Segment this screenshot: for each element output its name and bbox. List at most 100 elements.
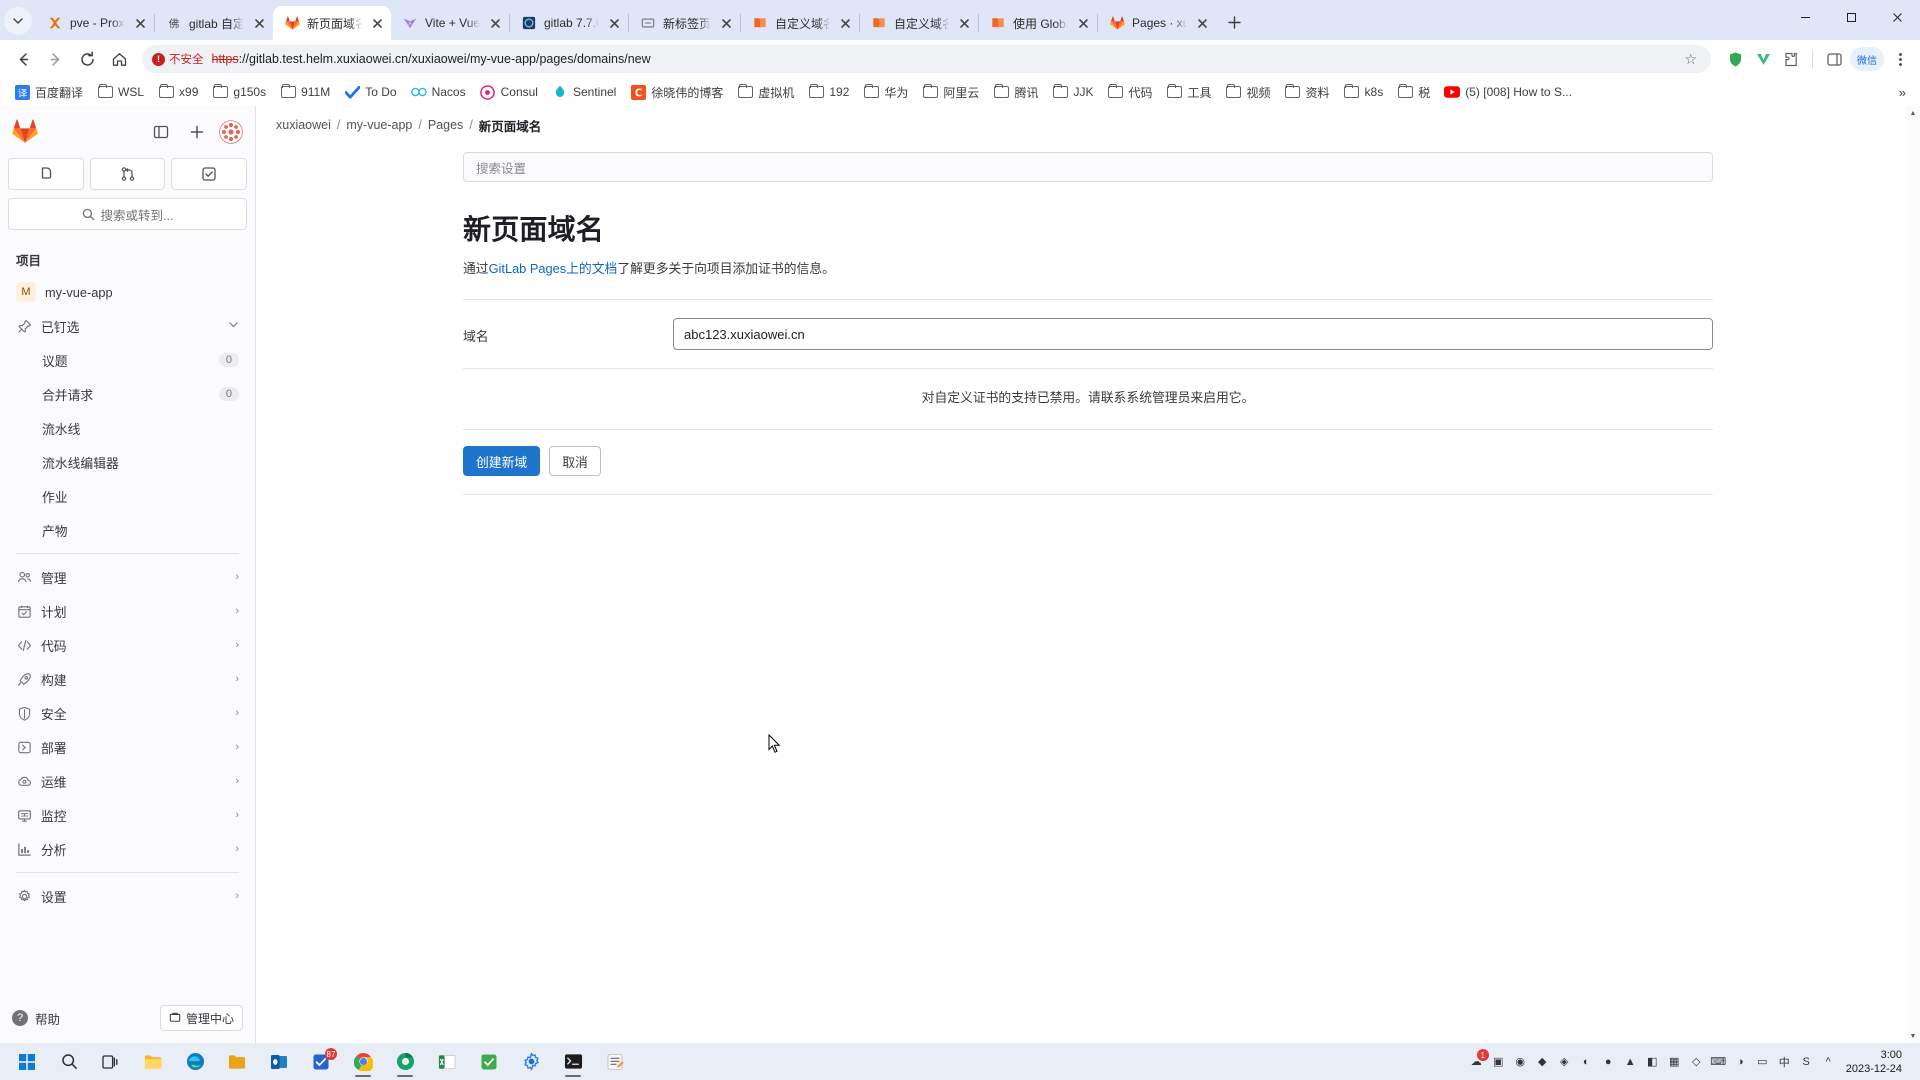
tray-app-3[interactable]: ● [1598,1051,1619,1072]
browser-tab[interactable]: pve - Proxmox V [36,6,154,40]
tray-sync[interactable]: S [1796,1051,1817,1072]
sidebar-item-rocket[interactable]: 构建 › [8,662,247,696]
bookmark-item[interactable]: x99 [152,81,204,103]
bookmark-item[interactable]: 虚拟机 [731,81,800,104]
tray-monitor[interactable]: ▣ [1488,1051,1509,1072]
bookmark-item[interactable]: 代码 [1101,81,1158,104]
tab-close-icon[interactable] [487,15,503,31]
admin-area-button[interactable]: 管理中心 [159,1005,243,1031]
tab-close-icon[interactable] [1194,15,1210,31]
tab-close-icon[interactable] [1075,15,1091,31]
outlook-app[interactable] [258,1045,300,1078]
bookmark-item[interactable]: C 徐晓伟的博客 [624,81,729,104]
bookmark-item[interactable]: (5) [008] How to S... [1438,81,1578,103]
browser-tab[interactable]: 新标签页 [629,6,740,40]
sidebar-item-cloud-gear[interactable]: 运维 › [8,764,247,798]
taskbar-clock[interactable]: 3:00 2023-12-24 [1841,1048,1910,1076]
task-view-button[interactable] [90,1045,132,1078]
address-bar[interactable]: ! 不安全 https://gitlab.test.helm.xuxiaowei… [142,45,1711,73]
profile-badge[interactable]: 微信 [1850,47,1884,71]
bookmark-item[interactable]: Sentinel [546,81,622,103]
edge-browser[interactable] [174,1045,216,1078]
browser-tab[interactable]: gitlab 7.7.0 · gitla [510,6,628,40]
bookmark-item[interactable]: Nacos [405,81,472,103]
sidebar-search-input[interactable]: 搜索或转到... [8,198,247,230]
extension-v-icon[interactable] [1751,47,1775,71]
bookmark-item[interactable]: 视频 [1220,81,1277,104]
scroll-up-arrow[interactable]: ▲ [1906,106,1920,120]
bookmark-star-icon[interactable]: ☆ [1680,51,1701,68]
start-button[interactable] [6,1045,48,1078]
todos-quick-button[interactable] [171,158,248,190]
bookmarks-overflow-button[interactable]: » [1893,85,1912,100]
tab-close-icon[interactable] [956,15,972,31]
sidebar-item-users[interactable]: 管理 › [8,560,247,594]
scroll-down-arrow[interactable]: ▼ [1906,1029,1920,1043]
sidebar-item-code[interactable]: 代码 › [8,628,247,662]
create-new-plus-icon[interactable] [183,118,211,146]
bookmark-item[interactable]: To Do [338,81,402,103]
sidebar-item-deploy[interactable]: 部署 › [8,730,247,764]
tab-close-icon[interactable] [132,15,148,31]
tray-battery[interactable]: ▭ [1752,1051,1773,1072]
bookmark-item[interactable]: 腾讯 [987,81,1044,104]
tray-network[interactable]: ⌨ [1708,1051,1729,1072]
sidebar-item-pinned[interactable]: 已钉选 [8,309,247,343]
browser-tab[interactable]: 自定义域名和 SSL [860,6,978,40]
breadcrumb-item[interactable]: my-vue-app [346,118,412,132]
tab-close-icon[interactable] [606,15,622,31]
tab-close-icon[interactable] [251,15,267,31]
gitlab-logo-icon[interactable] [12,119,38,145]
settings-search-input[interactable]: 搜索设置 [463,152,1713,182]
green-app[interactable] [468,1045,510,1078]
domain-input[interactable] [673,318,1713,350]
sidebar-item-settings[interactable]: 设置 › [8,879,247,913]
help-button[interactable]: ? 帮助 [12,1009,60,1028]
maximize-button[interactable] [1828,0,1874,34]
bookmark-item[interactable]: Consul [474,81,544,103]
browser-tab[interactable]: 佛 gitlab 自定义 pag [155,6,273,40]
file-explorer[interactable] [132,1045,174,1078]
bookmark-item[interactable]: 华为 [857,81,914,104]
terminal-app[interactable] [552,1045,594,1078]
browser-tab[interactable]: Pages · xuxiaowei [1098,6,1216,40]
tray-app-5[interactable]: ◧ [1642,1051,1663,1072]
tray-cloud[interactable]: ◉ [1510,1051,1531,1072]
browser-tab[interactable]: Vite + Vue + TS [391,6,509,40]
todo-app[interactable]: 87 [300,1045,342,1078]
sidebar-pinned-item[interactable]: 产物 [8,513,247,547]
tray-volume[interactable]: ◑ [1730,1051,1751,1072]
tab-close-icon[interactable] [718,15,734,31]
merge-requests-quick-button[interactable] [89,158,166,190]
sidebar-item-monitor[interactable]: 监控 › [8,798,247,832]
sidebar-toggle-icon[interactable] [147,118,175,146]
notes-app[interactable] [594,1045,636,1078]
sidebar-pinned-item[interactable]: 流水线 [8,411,247,445]
tab-close-icon[interactable] [369,15,385,31]
sidebar-item-project[interactable]: M my-vue-app [8,275,247,309]
bookmark-item[interactable]: g150s [206,81,272,103]
tray-app-2[interactable]: ◐ [1576,1051,1597,1072]
sidebar-pinned-item[interactable]: 合并请求 0 [8,377,247,411]
tray-app-4[interactable]: ▲ [1620,1051,1641,1072]
user-avatar[interactable] [219,120,243,144]
extension-shield-icon[interactable] [1723,47,1747,71]
bookmark-item[interactable]: 译百度翻译 [8,81,89,104]
extensions-puzzle-icon[interactable] [1779,47,1803,71]
tray-app-7[interactable]: ◇ [1686,1051,1707,1072]
bookmark-item[interactable]: 工具 [1160,81,1217,104]
cancel-button[interactable]: 取消 [549,446,601,476]
settings-app[interactable] [510,1045,552,1078]
browser-tab[interactable]: 新页面域名 · 设置 [273,6,391,40]
tab-list-button[interactable] [4,7,32,35]
tray-ime[interactable]: 中 [1774,1051,1795,1072]
search-button[interactable] [48,1045,90,1078]
minimize-button[interactable] [1782,0,1828,34]
page-scrollbar[interactable]: ▲ ▼ [1906,106,1920,1043]
home-button[interactable] [104,44,134,74]
chrome-browser[interactable] [342,1045,384,1078]
bookmark-item[interactable]: WSL [91,81,150,103]
sidepanel-icon[interactable] [1822,47,1846,71]
excel-app[interactable] [426,1045,468,1078]
tray-weather[interactable]: ☁ 1 [1466,1049,1489,1072]
